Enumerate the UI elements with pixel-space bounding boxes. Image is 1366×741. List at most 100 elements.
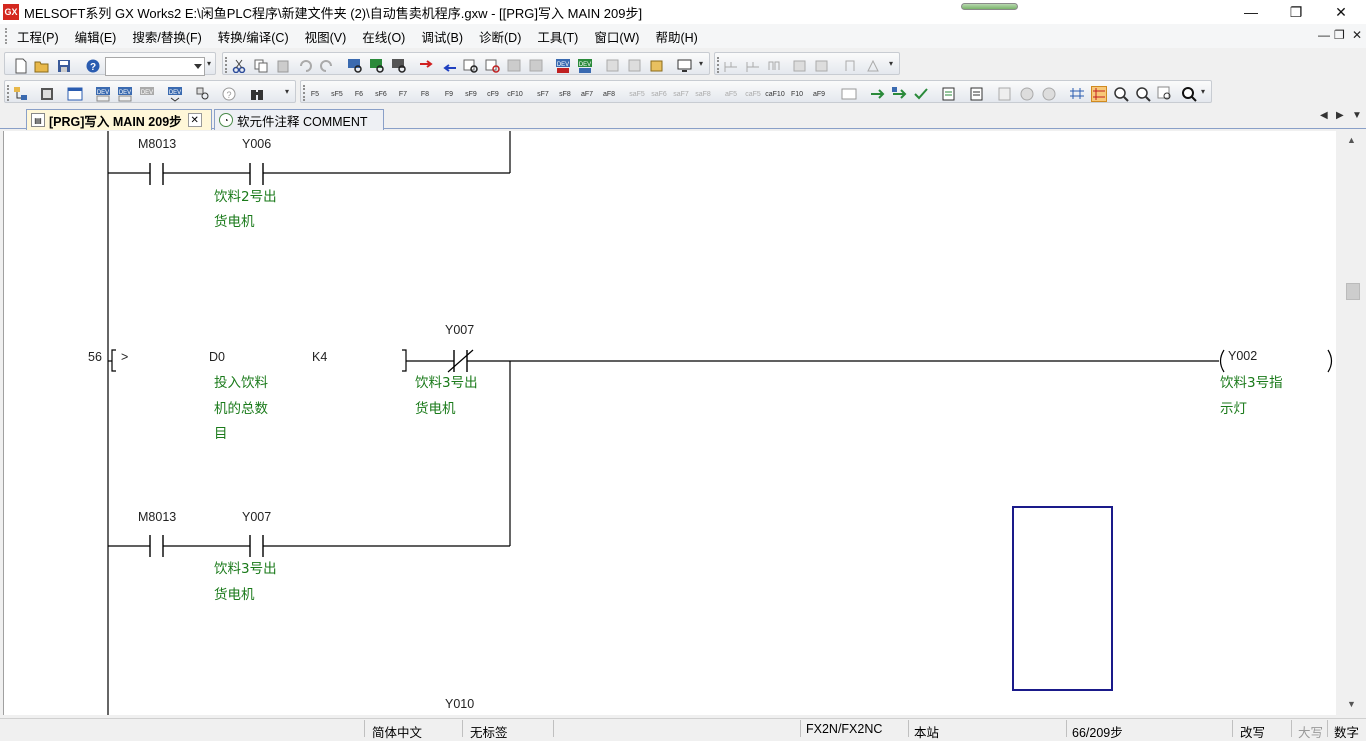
menu-project[interactable]: 工程(P) bbox=[9, 27, 67, 46]
device-list-icon[interactable] bbox=[485, 58, 501, 74]
trace-stop-icon[interactable] bbox=[815, 58, 831, 74]
menu-edit[interactable]: 编辑(E) bbox=[67, 27, 125, 46]
scrollbar-thumb[interactable] bbox=[1346, 283, 1360, 300]
device-search-icon[interactable] bbox=[347, 58, 363, 74]
menu-compile[interactable]: 转换/编译(C) bbox=[210, 27, 297, 46]
parallel-no-contact-icon[interactable]: sF5 bbox=[329, 86, 345, 102]
inline-st-icon[interactable] bbox=[841, 86, 857, 102]
undo-icon[interactable] bbox=[297, 58, 313, 74]
simulation-stop-icon[interactable] bbox=[745, 58, 761, 74]
zoom-in-icon[interactable] bbox=[1113, 86, 1129, 102]
menu-window[interactable]: 窗口(W) bbox=[586, 27, 647, 46]
delete-horizontal-icon[interactable]: cF9 bbox=[485, 86, 501, 102]
error-history-icon[interactable] bbox=[865, 58, 881, 74]
monitor-icon[interactable] bbox=[677, 58, 693, 74]
write-plc-icon[interactable] bbox=[627, 58, 643, 74]
falling-pulse-nc-icon[interactable]: saF6 bbox=[651, 86, 667, 102]
search-icon[interactable] bbox=[1181, 86, 1197, 102]
chevron-down-icon[interactable] bbox=[194, 64, 202, 69]
simulation-start-icon[interactable] bbox=[723, 58, 739, 74]
note-edit-icon[interactable] bbox=[997, 86, 1013, 102]
parallel-falling-nc-icon[interactable]: saF8 bbox=[695, 86, 711, 102]
tab-scroll-left-icon[interactable]: ◀ bbox=[1320, 110, 1328, 121]
sampling-trace-icon[interactable] bbox=[793, 58, 809, 74]
tab-scroll-right-icon[interactable]: ▶ bbox=[1336, 110, 1344, 121]
online-change-icon[interactable] bbox=[913, 86, 929, 102]
display-mode-icon[interactable]: DEV bbox=[167, 86, 183, 102]
project-tree-icon[interactable] bbox=[13, 86, 29, 102]
application-instruction-icon[interactable]: F8 bbox=[417, 86, 433, 102]
ladder-mode-icon[interactable] bbox=[1091, 86, 1107, 102]
vertical-line-icon[interactable]: sF9 bbox=[463, 86, 479, 102]
new-file-icon[interactable] bbox=[13, 58, 29, 74]
toolbar-grip[interactable] bbox=[7, 85, 10, 101]
ladder-editor[interactable]: M8013 Y006 饮料2号出 货电机 56 > D0 K4 投入饮料 机的总… bbox=[3, 131, 1336, 715]
parallel-rising-nc-icon[interactable]: saF7 bbox=[673, 86, 689, 102]
string-search-icon[interactable] bbox=[391, 58, 407, 74]
window-list-icon[interactable] bbox=[67, 86, 83, 102]
menu-debug[interactable]: 调试(B) bbox=[413, 27, 471, 46]
menu-help[interactable]: 帮助(H) bbox=[647, 27, 705, 46]
save-icon[interactable] bbox=[56, 58, 72, 74]
toolbar-overflow-icon[interactable]: ▾ bbox=[207, 59, 216, 75]
restore-button[interactable]: ❐ bbox=[1273, 0, 1319, 24]
device-comment-icon[interactable]: DEV bbox=[95, 86, 111, 102]
menu-tools[interactable]: 工具(T) bbox=[529, 27, 586, 46]
toolbar-overflow-icon[interactable]: ▾ bbox=[889, 59, 898, 75]
note-batch-icon[interactable] bbox=[1019, 86, 1035, 102]
batch-replace-icon[interactable] bbox=[507, 58, 523, 74]
mdi-close-button[interactable]: ✕ bbox=[1352, 28, 1362, 42]
toolbar-grip[interactable] bbox=[225, 57, 228, 73]
jump-next-icon[interactable] bbox=[441, 58, 457, 74]
instruction-search-icon[interactable] bbox=[369, 58, 385, 74]
menu-view[interactable]: 视图(V) bbox=[297, 27, 355, 46]
cross-reference-search-icon[interactable] bbox=[1157, 86, 1173, 102]
verify-plc-icon[interactable] bbox=[649, 58, 665, 74]
paste-icon[interactable] bbox=[275, 58, 291, 74]
draw-line-icon[interactable]: F10 bbox=[789, 86, 805, 102]
device-batch-icon[interactable]: DEV bbox=[577, 58, 593, 74]
vertical-scrollbar[interactable]: ▲ ▼ bbox=[1337, 131, 1366, 715]
no-contact-icon[interactable]: F5 bbox=[307, 86, 323, 102]
menu-online[interactable]: 在线(O) bbox=[354, 27, 413, 46]
operation-result-rising-icon[interactable]: aF5 bbox=[723, 86, 739, 102]
close-icon[interactable]: ✕ bbox=[187, 113, 202, 127]
open-folder-icon[interactable] bbox=[34, 58, 50, 74]
rising-pulse-nc-icon[interactable]: saF5 bbox=[629, 86, 645, 102]
help-circle-icon[interactable]: ? bbox=[221, 86, 237, 102]
tab-device-comment[interactable]: ◔ 软元件注释 COMMENT bbox=[214, 109, 384, 130]
operation-result-falling-icon[interactable]: caF5 bbox=[745, 86, 761, 102]
note-search-icon[interactable] bbox=[1041, 86, 1057, 102]
scroll-down-icon[interactable]: ▼ bbox=[1347, 699, 1356, 709]
step-execute-icon[interactable] bbox=[767, 58, 783, 74]
zoom-out-icon[interactable] bbox=[1135, 86, 1151, 102]
rising-pulse-icon[interactable]: sF7 bbox=[535, 86, 551, 102]
module-icon[interactable] bbox=[39, 86, 55, 102]
read-plc-icon[interactable] bbox=[605, 58, 621, 74]
device-statement-icon[interactable]: DEV bbox=[117, 86, 133, 102]
copy-icon[interactable] bbox=[253, 58, 269, 74]
coil-icon[interactable]: F7 bbox=[395, 86, 411, 102]
parallel-nc-contact-icon[interactable]: sF6 bbox=[373, 86, 389, 102]
toolbar-grip[interactable] bbox=[303, 85, 306, 101]
mdi-minimize-button[interactable]: — bbox=[1318, 28, 1330, 42]
jump-prev-icon[interactable] bbox=[419, 58, 435, 74]
invert-result-icon[interactable]: caF10 bbox=[765, 86, 784, 102]
cut-icon[interactable] bbox=[231, 58, 247, 74]
help-icon[interactable]: ? bbox=[85, 58, 101, 74]
redo-icon[interactable] bbox=[319, 58, 335, 74]
zoom-icon[interactable] bbox=[195, 86, 211, 102]
convert-icon[interactable] bbox=[869, 86, 885, 102]
menu-find-replace[interactable]: 搜索/替换(F) bbox=[124, 27, 209, 46]
menu-diagnostics[interactable]: 诊断(D) bbox=[471, 27, 529, 46]
ladder-list-icon[interactable] bbox=[1069, 86, 1085, 102]
parallel-falling-pulse-icon[interactable]: aF8 bbox=[601, 86, 617, 102]
nc-contact-icon[interactable]: F6 bbox=[351, 86, 367, 102]
parallel-rising-pulse-icon[interactable]: aF7 bbox=[579, 86, 595, 102]
delete-vertical-icon[interactable]: cF10 bbox=[507, 86, 523, 102]
statement-edit-icon[interactable] bbox=[969, 86, 985, 102]
device-note-icon[interactable]: DEV bbox=[139, 86, 155, 102]
comment-edit-icon[interactable] bbox=[941, 86, 957, 102]
toolbar-grip[interactable] bbox=[717, 57, 720, 73]
delete-line-icon[interactable]: aF9 bbox=[811, 86, 827, 102]
